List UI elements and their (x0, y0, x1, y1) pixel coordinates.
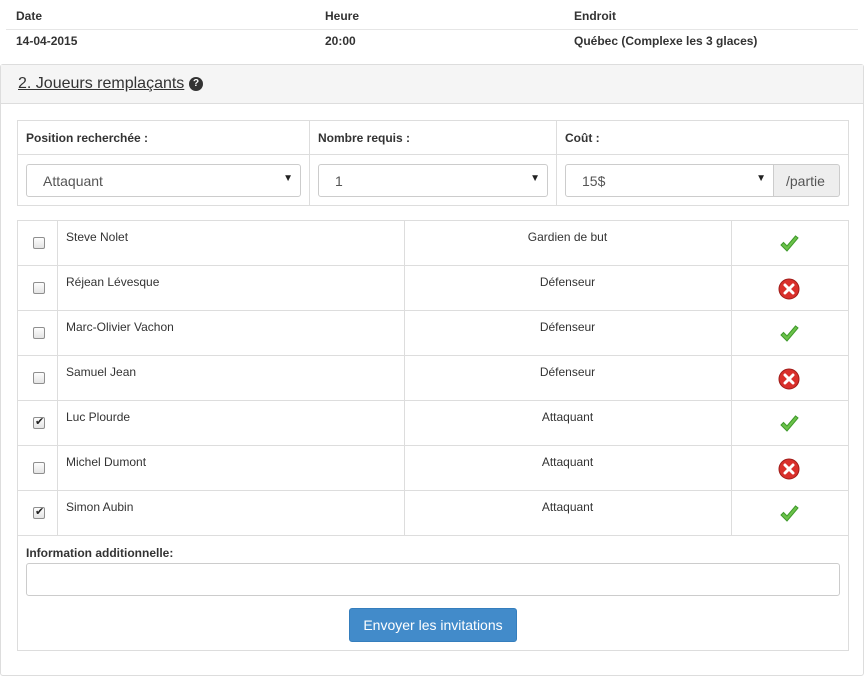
time-value: 20:00 (325, 34, 356, 48)
player-select-checkbox[interactable]: ✔ (33, 416, 45, 429)
header-divider (6, 29, 858, 30)
additional-info-input[interactable] (26, 563, 840, 596)
count-select-value: 1 (335, 173, 343, 189)
place-header: Endroit (574, 9, 616, 23)
count-label: Nombre requis : (318, 131, 411, 145)
question-circle-icon[interactable]: ? (189, 77, 203, 91)
column-divider (731, 491, 732, 535)
panel-heading: 2. Joueurs remplaçants ? (1, 65, 863, 104)
cost-label: Coût : (565, 131, 600, 145)
date-value: 14-04-2015 (16, 34, 78, 48)
substitutes-panel: 2. Joueurs remplaçants ? Position recher… (0, 64, 864, 676)
player-position: Défenseur (539, 320, 596, 334)
column-divider (731, 356, 732, 400)
player-row: Marc-Olivier Vachon Défenseur (18, 311, 848, 356)
player-name: Marc-Olivier Vachon (66, 320, 174, 334)
player-name: Steve Nolet (66, 230, 129, 244)
player-select-checkbox[interactable] (33, 327, 45, 339)
available-check-icon (778, 413, 800, 435)
player-position: Attaquant (541, 500, 594, 514)
players-table: Steve Nolet Gardien de but Réjean Lévesque… (17, 220, 849, 651)
player-row: Samuel Jean Défenseur (18, 356, 848, 401)
position-select-value: Attaquant (43, 173, 103, 189)
column-divider (57, 401, 58, 445)
available-check-icon (778, 233, 800, 255)
player-position: Attaquant (541, 410, 594, 424)
player-select-checkbox[interactable]: ✔ (33, 506, 45, 519)
player-row: ✔ Simon Aubin Attaquant (18, 491, 848, 536)
caret-down-icon: ▼ (756, 173, 766, 184)
position-label: Position recherchée : (26, 131, 149, 145)
column-divider (731, 446, 732, 490)
checkmark-icon: ✔ (35, 416, 45, 428)
cost-select-value: 15$ (582, 173, 606, 189)
send-invitations-button[interactable]: Envoyer les invitations (349, 608, 517, 642)
player-select-checkbox[interactable] (33, 372, 45, 384)
player-row: Réjean Lévesque Défenseur (18, 266, 848, 311)
column-divider (57, 311, 58, 355)
unavailable-cross-icon (778, 278, 800, 300)
player-name: Luc Plourde (66, 410, 131, 424)
caret-down-icon: ▼ (530, 173, 540, 184)
player-position: Défenseur (539, 365, 596, 379)
section-title[interactable]: 2. Joueurs remplaçants (18, 75, 184, 93)
position-select[interactable]: Attaquant ▼ (26, 164, 301, 197)
date-header: Date (16, 9, 43, 23)
player-name: Samuel Jean (66, 365, 137, 379)
column-divider (556, 121, 557, 205)
player-row: Michel Dumont Attaquant (18, 446, 848, 491)
criteria-table: Position recherchée : Nombre requis : Co… (17, 120, 849, 206)
column-divider (731, 266, 732, 310)
available-check-icon (778, 323, 800, 345)
column-divider (731, 401, 732, 445)
player-position: Attaquant (541, 455, 594, 469)
column-divider (57, 266, 58, 310)
event-info-table: Date Heure Endroit 14-04-2015 20:00 Québ… (0, 0, 864, 60)
cost-suffix-addon: /partie (774, 164, 840, 197)
column-divider (57, 446, 58, 490)
unavailable-cross-icon (778, 458, 800, 480)
player-row: ✔ Luc Plourde Attaquant (18, 401, 848, 446)
player-name: Michel Dumont (66, 455, 147, 469)
column-divider (57, 221, 58, 265)
count-select[interactable]: 1 ▼ (318, 164, 548, 197)
column-divider (731, 221, 732, 265)
column-divider (57, 491, 58, 535)
player-row: Steve Nolet Gardien de but (18, 221, 848, 266)
available-check-icon (778, 503, 800, 525)
player-select-checkbox[interactable] (33, 282, 45, 294)
time-header: Heure (325, 9, 360, 23)
unavailable-cross-icon (778, 368, 800, 390)
column-divider (309, 121, 310, 205)
player-position: Défenseur (539, 275, 596, 289)
checkmark-icon: ✔ (35, 506, 45, 518)
player-select-checkbox[interactable] (33, 462, 45, 474)
caret-down-icon: ▼ (283, 173, 293, 184)
column-divider (731, 311, 732, 355)
place-value: Québec (Complexe les 3 glaces) (574, 34, 758, 48)
player-position: Gardien de but (527, 230, 608, 244)
player-name: Simon Aubin (66, 500, 134, 514)
additional-info-label: Information additionnelle: (26, 546, 174, 560)
cost-select[interactable]: 15$ ▼ (565, 164, 774, 197)
player-name: Réjean Lévesque (66, 275, 160, 289)
row-divider (18, 154, 848, 155)
column-divider (57, 356, 58, 400)
player-select-checkbox[interactable] (33, 237, 45, 249)
